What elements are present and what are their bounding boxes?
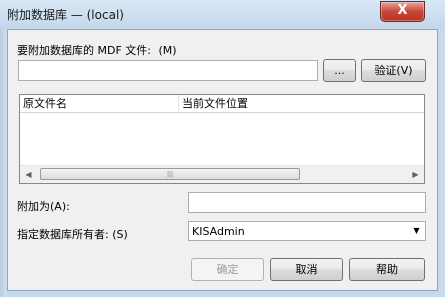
mdf-file-shortcut: (M) bbox=[158, 44, 177, 57]
owner-selected-value: KISAdmin bbox=[192, 225, 245, 238]
scroll-left-icon[interactable]: ◀ bbox=[20, 166, 37, 183]
mdf-file-input[interactable] bbox=[18, 60, 318, 81]
file-list-header: 原文件名 当前文件位置 bbox=[20, 95, 424, 113]
title-bar: 附加数据库 — (local) X bbox=[0, 0, 445, 28]
owner-label: 指定数据库所有者: (S) bbox=[17, 228, 128, 241]
chevron-down-icon[interactable]: ▼ bbox=[408, 222, 425, 240]
file-list[interactable]: 原文件名 当前文件位置 ◀ ||| ▶ bbox=[19, 94, 425, 184]
close-icon: X bbox=[397, 3, 408, 18]
browse-button[interactable]: ... bbox=[323, 59, 356, 82]
attach-as-input[interactable] bbox=[188, 192, 426, 213]
cancel-button[interactable]: 取消 bbox=[270, 258, 343, 281]
mdf-file-label: 要附加数据库的 MDF 文件: (M) bbox=[17, 42, 177, 58]
column-current-location[interactable]: 当前文件位置 bbox=[179, 95, 424, 112]
owner-select[interactable]: KISAdmin ▼ bbox=[188, 221, 426, 241]
grip-icon: ||| bbox=[166, 171, 174, 178]
mdf-file-label-text: 要附加数据库的 MDF 文件: bbox=[17, 44, 151, 57]
window-title: 附加数据库 — (local) bbox=[7, 8, 124, 22]
scrollbar-thumb[interactable]: ||| bbox=[40, 168, 300, 180]
ok-button[interactable]: 确定 bbox=[191, 258, 264, 281]
attach-as-label: 附加为(A): bbox=[17, 200, 70, 213]
help-button[interactable]: 帮助 bbox=[349, 258, 425, 281]
window-border bbox=[0, 28, 7, 297]
close-button[interactable]: X bbox=[380, 1, 425, 22]
scroll-right-icon[interactable]: ▶ bbox=[407, 166, 424, 183]
dialog-body: 要附加数据库的 MDF 文件: (M) ... 验证(V) 原文件名 当前文件位… bbox=[7, 29, 438, 291]
column-original-filename[interactable]: 原文件名 bbox=[20, 95, 179, 112]
verify-button[interactable]: 验证(V) bbox=[361, 59, 426, 82]
horizontal-scrollbar[interactable]: ◀ ||| ▶ bbox=[20, 165, 424, 183]
